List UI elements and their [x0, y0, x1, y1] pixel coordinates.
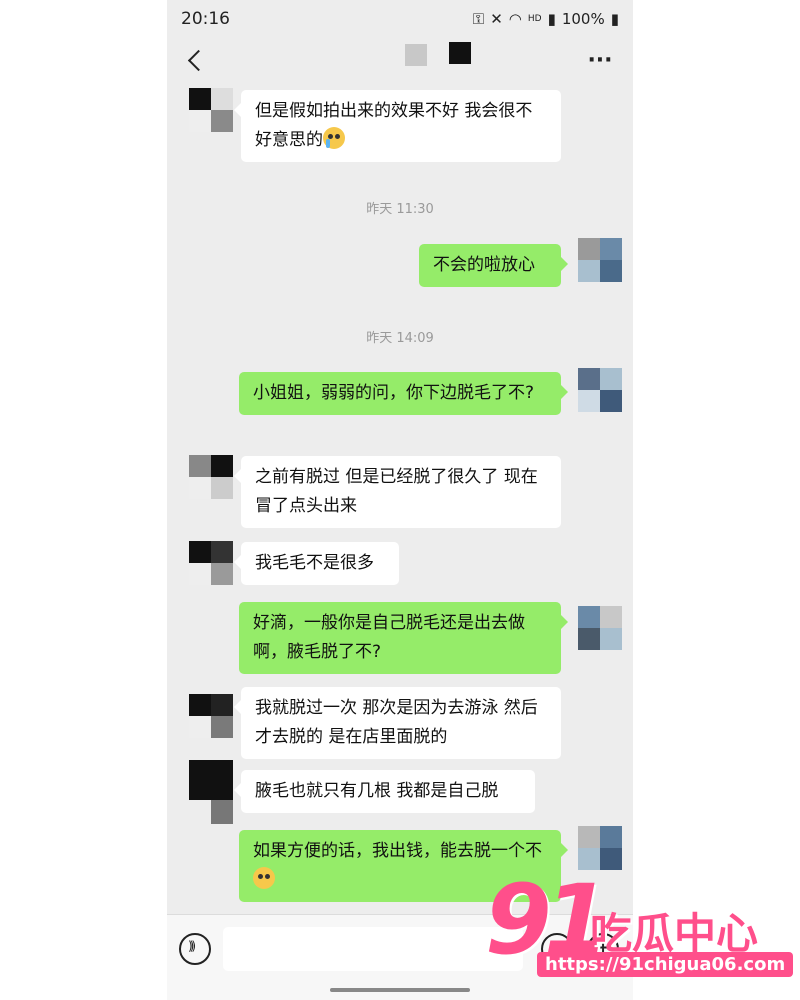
key-icon: ⚿	[472, 10, 485, 28]
more-options-button[interactable]: ···	[585, 46, 615, 76]
contact-avatar[interactable]	[189, 760, 233, 824]
watermark-url: https://91chigua06.com	[537, 952, 794, 977]
message-text: 小姐姐，弱弱的问，你下边脱毛了不?	[253, 383, 535, 403]
redaction-block	[405, 44, 427, 66]
timestamp: 昨天 14:09	[366, 331, 434, 346]
signal-icon: ▮	[547, 10, 556, 28]
outgoing-message[interactable]: 不会的啦放心	[419, 244, 568, 287]
chat-title-redacted	[405, 42, 475, 68]
contact-avatar[interactable]	[189, 541, 233, 585]
incoming-message[interactable]: 之前有脱过 但是已经脱了很久了 现在冒了点头出来	[234, 456, 561, 528]
site-watermark: 91 吃瓜中心 https://91chigua06.com	[485, 870, 794, 985]
message-text: 之前有脱过 但是已经脱了很久了 现在冒了点头出来	[255, 467, 538, 516]
contact-avatar[interactable]	[189, 455, 233, 499]
crying-face-icon	[323, 127, 345, 149]
back-button[interactable]	[181, 44, 213, 76]
pleading-face-icon	[253, 867, 275, 889]
status-icons: ⚿ ✕ ◠ HD ▮ 100% ▮	[473, 10, 619, 28]
message-text: 但是假如拍出来的效果不好 我会很不好意思的	[255, 101, 533, 150]
message-text: 我毛毛不是很多	[255, 553, 374, 573]
message-text: 好滴，一般你是自己脱毛还是出去做啊，腋毛脱了不?	[253, 613, 525, 662]
incoming-message[interactable]: 我毛毛不是很多	[234, 542, 399, 585]
wifi-icon: ◠	[508, 10, 522, 28]
outgoing-message[interactable]: 小姐姐，弱弱的问，你下边脱毛了不?	[239, 372, 568, 415]
incoming-message[interactable]: 但是假如拍出来的效果不好 我会很不好意思的	[234, 90, 561, 162]
home-indicator	[330, 988, 470, 992]
hd-label: HD	[527, 14, 542, 24]
message-text: 如果方便的话，我出钱，能去脱一个不	[253, 841, 542, 861]
status-time: 20:16	[181, 9, 230, 29]
battery-icon: ▮	[610, 10, 619, 28]
message-text: 我就脱过一次 那次是因为去游泳 然后才去脱的 是在店里面脱的	[255, 698, 538, 747]
timestamp: 昨天 11:30	[366, 202, 434, 217]
mute-icon: ✕	[490, 10, 503, 28]
outgoing-message[interactable]: 好滴，一般你是自己脱毛还是出去做啊，腋毛脱了不?	[239, 602, 568, 674]
my-avatar[interactable]	[578, 606, 622, 650]
chat-header: ···	[167, 38, 633, 84]
voice-input-button[interactable]	[179, 933, 211, 965]
message-input[interactable]	[223, 927, 523, 971]
battery-percent: 100%	[561, 10, 605, 28]
contact-avatar[interactable]	[189, 88, 233, 132]
incoming-message[interactable]: 腋毛也就只有几根 我都是自己脱	[234, 770, 535, 813]
message-text: 不会的啦放心	[433, 255, 535, 275]
message-text: 腋毛也就只有几根 我都是自己脱	[255, 781, 499, 801]
chat-screen: 20:16 ⚿ ✕ ◠ HD ▮ 100% ▮ ··· 但是假如拍出来的效果不好…	[167, 0, 633, 1000]
status-bar: 20:16 ⚿ ✕ ◠ HD ▮ 100% ▮	[167, 0, 633, 38]
contact-avatar[interactable]	[189, 694, 233, 738]
my-avatar[interactable]	[578, 368, 622, 412]
incoming-message[interactable]: 我就脱过一次 那次是因为去游泳 然后才去脱的 是在店里面脱的	[234, 687, 561, 759]
my-avatar[interactable]	[578, 238, 622, 282]
redaction-block	[449, 42, 471, 64]
